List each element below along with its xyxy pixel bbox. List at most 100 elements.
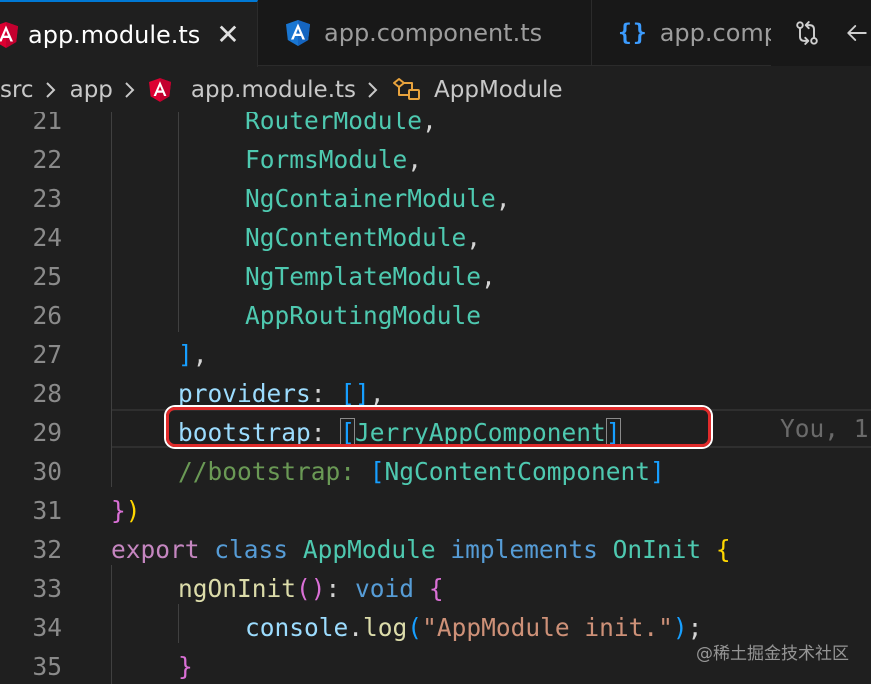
code-token: providers <box>178 379 311 408</box>
code-token: ; <box>687 613 703 642</box>
code-text: NgContainerModule, <box>245 179 511 218</box>
line-number: 34 <box>32 613 62 642</box>
angular-blue-icon <box>286 20 310 46</box>
code-text: console.log("AppModule init."); <box>245 608 702 647</box>
code-token: [] <box>340 379 370 408</box>
code-text: } <box>178 647 193 684</box>
code-line[interactable]: 23 NgContainerModule, <box>0 179 871 218</box>
code-text: FormsModule, <box>245 140 422 179</box>
angular-red-icon <box>148 77 171 102</box>
code-editor[interactable]: 21 RouterModule, 22 FormsModule, 23 NgContain… <box>0 112 871 684</box>
code-token: , <box>466 223 482 252</box>
code-token: implements <box>450 535 598 564</box>
vscode-window: app.module.ts ✕ app.component.ts {} app.… <box>0 0 871 684</box>
code-token: NgContentComponent <box>384 457 651 486</box>
code-token: , <box>369 379 385 408</box>
code-token: , <box>422 112 437 135</box>
code-line[interactable]: 27], <box>0 335 871 374</box>
editor-tab-bar: app.module.ts ✕ app.component.ts {} app.… <box>0 0 871 67</box>
code-text: export class AppModule implements OnInit… <box>111 530 731 569</box>
tab-label: app.compo <box>659 19 772 47</box>
breadcrumb-item-app[interactable]: app <box>70 77 113 103</box>
code-token: , <box>495 184 511 213</box>
code-line[interactable]: 22 FormsModule, <box>0 140 871 179</box>
code-token: RouterModule <box>245 112 423 135</box>
editor-actions <box>771 0 871 66</box>
code-line[interactable]: 25 NgTemplateModule, <box>0 257 871 296</box>
code-token: ngOnInit <box>178 574 297 603</box>
code-token: { <box>715 535 731 564</box>
chevron-right-icon <box>45 81 56 98</box>
tab-app-component[interactable]: app.component.ts <box>258 0 592 66</box>
code-text: //bootstrap: [NgContentComponent] <box>178 452 665 491</box>
breadcrumb: src app app.module.ts AppModule <box>0 67 871 112</box>
line-number: 35 <box>32 652 62 681</box>
code-line[interactable]: 32 export class AppModule implements OnIn… <box>0 530 871 569</box>
line-number: 27 <box>32 340 62 369</box>
code-line[interactable]: 30 //bootstrap: [NgContentComponent] <box>0 452 871 491</box>
tab-label: app.component.ts <box>324 19 543 47</box>
class-symbol-icon <box>393 77 421 100</box>
code-token: NgContainerModule <box>245 184 496 213</box>
code-token: log <box>363 613 408 642</box>
code-token: ) <box>125 496 141 525</box>
code-token: class <box>214 535 289 564</box>
line-number: 30 <box>32 457 62 486</box>
chevron-right-icon <box>125 81 135 98</box>
line-number: 22 <box>32 145 62 174</box>
tab-app-module[interactable]: app.module.ts ✕ <box>0 0 258 67</box>
code-line[interactable]: 24 NgContentModule, <box>0 218 871 257</box>
code-token: NgTemplateModule <box>245 262 482 291</box>
code-token: //bootstrap: <box>178 457 370 486</box>
code-token: [ <box>369 457 385 486</box>
code-text: }) <box>111 491 141 530</box>
code-token: "AppModule init." <box>422 613 673 642</box>
code-text: ngOnInit(): void { <box>178 569 444 608</box>
code-line[interactable]: 26 AppRoutingModule <box>0 296 871 335</box>
back-icon[interactable] <box>843 17 871 49</box>
code-token: export <box>111 535 200 564</box>
code-text: NgTemplateModule, <box>245 257 496 296</box>
code-token: NgContentModule <box>245 223 467 252</box>
code-token: , <box>481 262 496 291</box>
line-number: 23 <box>32 184 62 213</box>
code-token: () <box>296 574 326 603</box>
code-text: NgContentModule, <box>245 218 481 257</box>
line-number: 24 <box>32 223 62 252</box>
code-token: FormsModule <box>245 145 408 174</box>
code-token: ] <box>650 457 665 486</box>
code-text: ], <box>178 335 208 374</box>
code-token: , <box>407 145 423 174</box>
tab-app-component-json[interactable]: {} app.compo <box>592 0 772 66</box>
code-line[interactable]: 21 RouterModule, <box>0 112 871 140</box>
line-number: 26 <box>32 301 62 330</box>
code-token: : <box>325 574 356 603</box>
code-token: ) <box>672 613 688 642</box>
code-line[interactable]: 31}) <box>0 491 871 530</box>
code-token: console <box>245 613 349 642</box>
breadcrumb-item-src[interactable]: src <box>0 77 34 103</box>
code-line[interactable]: 33 ngOnInit(): void { <box>0 569 871 608</box>
code-token: void <box>355 574 415 603</box>
line-number: 33 <box>32 574 62 603</box>
git-blame-annotation: You, 1 <box>780 414 869 443</box>
code-token: : <box>310 379 341 408</box>
breadcrumb-item-symbol[interactable]: AppModule <box>392 77 563 103</box>
close-icon[interactable]: ✕ <box>216 20 239 49</box>
source-control-compare-icon[interactable] <box>793 17 821 49</box>
line-number: 32 <box>32 535 62 564</box>
code-token: } <box>111 496 126 525</box>
code-token: OnInit <box>612 535 702 564</box>
code-token: . <box>348 613 364 642</box>
line-number: 28 <box>32 379 62 408</box>
line-number: 29 <box>32 418 62 447</box>
watermark: @稀土掘金技术社区 <box>696 644 849 664</box>
code-token: AppRoutingModule <box>245 301 482 330</box>
breadcrumb-item-file[interactable]: app.module.ts <box>148 77 356 103</box>
